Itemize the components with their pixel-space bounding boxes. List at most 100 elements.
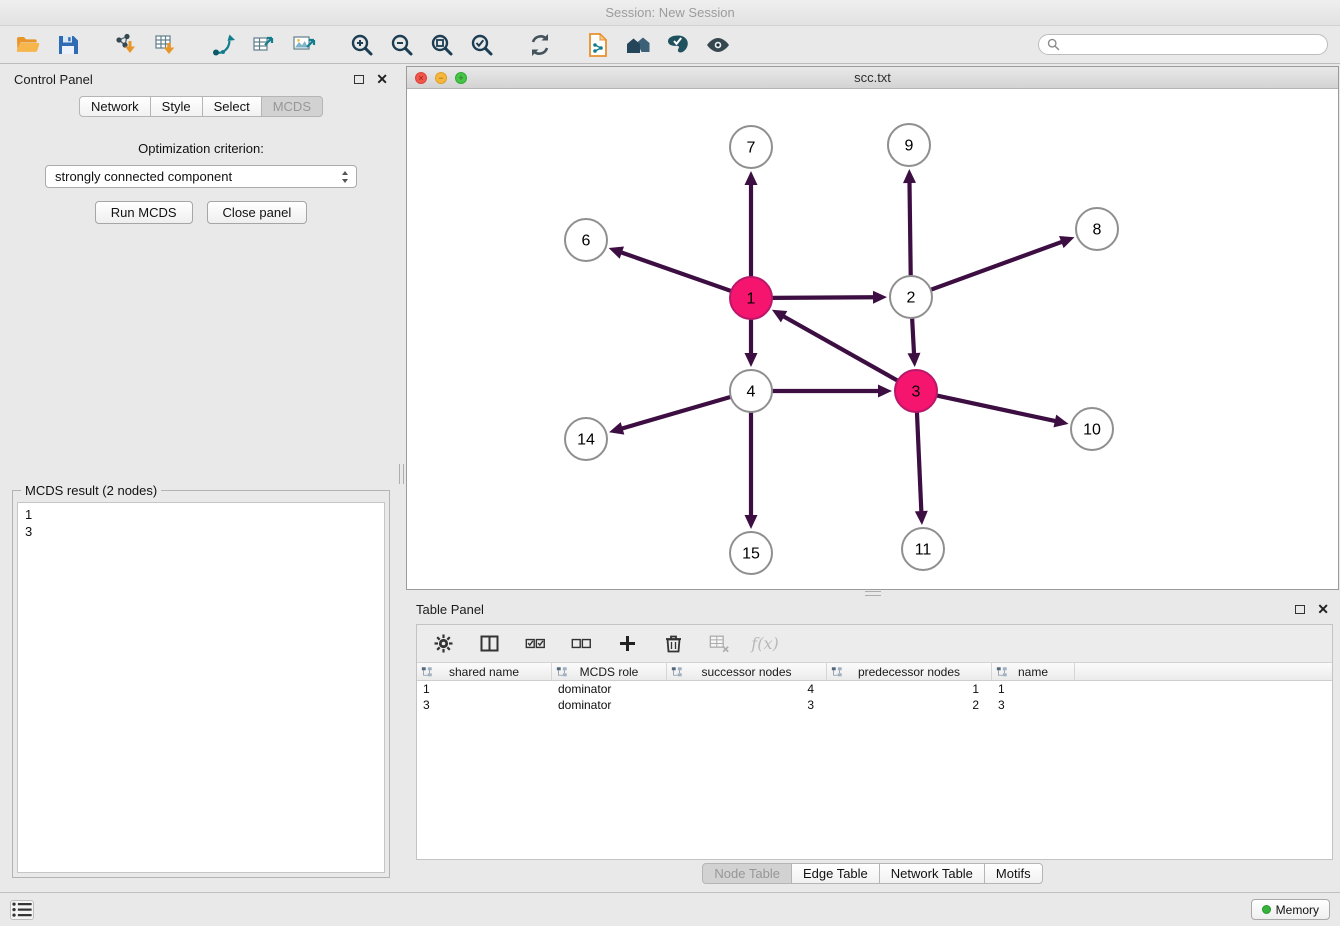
tab-network[interactable]: Network — [79, 96, 151, 117]
edge-arrowhead-icon — [745, 353, 758, 367]
graph-node-2[interactable]: 2 — [890, 276, 932, 318]
run-mcds-button[interactable]: Run MCDS — [95, 201, 193, 224]
network-window-title: scc.txt — [407, 70, 1338, 85]
delete-row-icon[interactable] — [661, 632, 685, 656]
table-cell[interactable]: 1 — [417, 681, 552, 697]
open-file-icon[interactable] — [12, 30, 44, 60]
svg-text:4: 4 — [747, 384, 756, 401]
graph-node-11[interactable]: 11 — [902, 528, 944, 570]
graph-node-3[interactable]: 3 — [895, 370, 937, 412]
show-hide-icon[interactable] — [702, 30, 734, 60]
graph-node-9[interactable]: 9 — [888, 124, 930, 166]
table-settings-icon[interactable] — [431, 632, 455, 656]
graph-node-6[interactable]: 6 — [565, 219, 607, 261]
graph-edge-2-8[interactable] — [932, 242, 1062, 289]
graph-edge-4-14[interactable] — [622, 397, 729, 428]
zoom-selected-icon[interactable] — [466, 30, 498, 60]
column-header-filler — [1075, 663, 1332, 680]
graph-node-4[interactable]: 4 — [730, 370, 772, 412]
select-all-icon[interactable] — [523, 632, 547, 656]
table-cell[interactable]: 3 — [992, 697, 1075, 713]
table-row[interactable]: 1dominator411 — [417, 681, 1332, 697]
graph-edge-2-3[interactable] — [912, 319, 914, 353]
zoom-out-icon[interactable] — [386, 30, 418, 60]
float-panel-icon[interactable] — [1295, 605, 1305, 614]
close-panel-button[interactable]: Close panel — [207, 201, 308, 224]
table-tab-edge-table[interactable]: Edge Table — [791, 863, 880, 884]
toolbar-group — [524, 30, 556, 60]
table-cell[interactable]: 3 — [667, 697, 827, 713]
graph-edge-3-1[interactable] — [784, 317, 897, 381]
new-network-doc-icon[interactable] — [582, 30, 614, 60]
home-icon[interactable] — [622, 30, 654, 60]
toolbar-group — [346, 30, 498, 60]
optimization-criterion-label: Optimization criterion: — [4, 141, 398, 156]
table-cell[interactable]: 4 — [667, 681, 827, 697]
column-header-name[interactable]: name — [992, 663, 1075, 680]
export-image-icon[interactable] — [288, 30, 320, 60]
graph-node-1[interactable]: 1 — [730, 277, 772, 319]
memory-button[interactable]: Memory — [1251, 899, 1330, 920]
network-graph-svg[interactable]: 7 9 6 8 1 2 4 3 14 10 15 11 — [407, 89, 1338, 589]
table-cell[interactable]: dominator — [552, 697, 667, 713]
graph-edge-1-2[interactable] — [773, 297, 873, 298]
criterion-dropdown[interactable]: strongly connected component — [45, 165, 357, 188]
graph-node-8[interactable]: 8 — [1076, 208, 1118, 250]
save-session-icon[interactable] — [52, 30, 84, 60]
zoom-fit-icon[interactable] — [426, 30, 458, 60]
tab-mcds[interactable]: MCDS — [261, 96, 323, 117]
node-table-container: f(x) shared nameMCDS rolesuccessor nodes… — [416, 624, 1333, 860]
graph-edge-2-9[interactable] — [910, 183, 911, 275]
svg-text:11: 11 — [915, 542, 932, 559]
graph-edge-3-11[interactable] — [917, 413, 921, 511]
column-header-shared-name[interactable]: shared name — [417, 663, 552, 680]
export-table-icon[interactable] — [248, 30, 280, 60]
network-canvas[interactable]: 7 9 6 8 1 2 4 3 14 10 15 11 — [407, 89, 1338, 589]
vertical-splitter[interactable] — [398, 66, 406, 884]
import-network-icon[interactable] — [110, 30, 142, 60]
column-header-predecessor-nodes[interactable]: predecessor nodes — [827, 663, 992, 680]
close-panel-icon[interactable]: ✕ — [376, 72, 388, 86]
edge-arrowhead-icon — [878, 385, 892, 398]
table-body: 1dominator4113dominator323 — [417, 681, 1332, 713]
apply-layout-icon[interactable] — [524, 30, 556, 60]
zoom-in-icon[interactable] — [346, 30, 378, 60]
export-network-icon[interactable] — [208, 30, 240, 60]
search-input[interactable] — [1065, 38, 1319, 52]
deselect-all-icon[interactable] — [569, 632, 593, 656]
graph-node-14[interactable]: 14 — [565, 418, 607, 460]
table-tab-node-table[interactable]: Node Table — [702, 863, 792, 884]
close-panel-icon[interactable]: ✕ — [1317, 602, 1329, 616]
table-tab-motifs[interactable]: Motifs — [984, 863, 1043, 884]
tab-select[interactable]: Select — [202, 96, 262, 117]
table-cell[interactable]: 2 — [827, 697, 992, 713]
search-field[interactable] — [1038, 34, 1328, 55]
column-header-mcds-role[interactable]: MCDS role — [552, 663, 667, 680]
tab-style[interactable]: Style — [150, 96, 203, 117]
splitter-handle[interactable] — [399, 464, 404, 484]
task-history-button[interactable] — [10, 900, 34, 920]
graph-edge-3-10[interactable] — [938, 396, 1055, 421]
table-row[interactable]: 3dominator323 — [417, 697, 1332, 713]
graph-edge-1-6[interactable] — [622, 253, 730, 291]
import-table-icon[interactable] — [150, 30, 182, 60]
table-cell[interactable]: 1 — [992, 681, 1075, 697]
show-columns-icon[interactable] — [477, 632, 501, 656]
graph-node-15[interactable]: 15 — [730, 532, 772, 574]
mcds-result-list[interactable]: 1 3 — [17, 502, 385, 873]
graph-node-10[interactable]: 10 — [1071, 408, 1113, 450]
table-cell[interactable]: 1 — [827, 681, 992, 697]
network-window-titlebar[interactable]: × − + scc.txt — [407, 67, 1338, 89]
column-header-successor-nodes[interactable]: successor nodes — [667, 663, 827, 680]
palette-icon[interactable] — [662, 30, 694, 60]
add-row-icon[interactable] — [615, 632, 639, 656]
table-tab-network-table[interactable]: Network Table — [879, 863, 985, 884]
graph-node-7[interactable]: 7 — [730, 126, 772, 168]
mcds-result-title: MCDS result (2 nodes) — [21, 483, 161, 498]
float-panel-icon[interactable] — [354, 75, 364, 84]
mcds-result-node: 3 — [18, 523, 384, 540]
table-cell[interactable]: dominator — [552, 681, 667, 697]
table-cell[interactable]: 3 — [417, 697, 552, 713]
svg-text:10: 10 — [1083, 422, 1101, 439]
delete-table-icon — [707, 632, 731, 656]
